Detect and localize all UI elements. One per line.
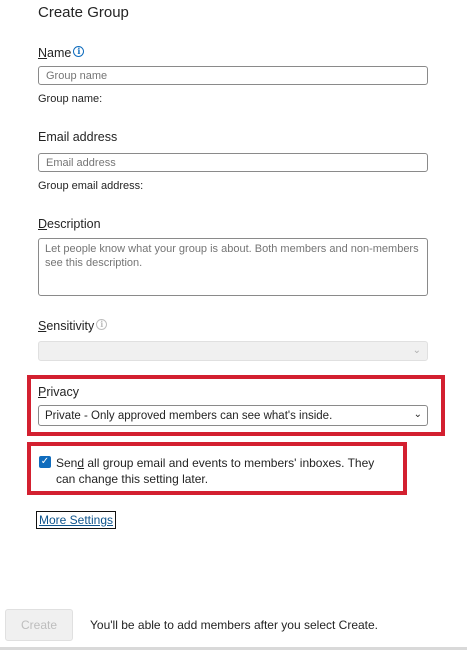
name-label-access-key: N [38,46,48,60]
email-label: Email address [38,130,118,144]
email-address-input[interactable] [38,153,428,172]
privacy-dropdown[interactable]: Private - Only approved members can see … [38,405,428,426]
name-label-rest: ame [47,46,72,60]
description-label-access-key: D [38,217,48,231]
privacy-label-rest: rivacy [46,385,79,399]
dialog-title: Create Group [38,4,129,21]
description-textarea[interactable] [38,238,428,296]
description-label: Description [38,217,101,231]
name-label: Name i [38,46,85,60]
privacy-label: Privacy [38,385,79,399]
send-copies-text-start: Sen [56,456,78,470]
footer-note: You'll be able to add members after you … [90,618,379,632]
create-button[interactable]: Create [5,609,73,641]
group-name-helper: Group name: [38,93,103,105]
privacy-selected-value: Private - Only approved members can see … [45,410,333,422]
send-copies-label[interactable]: Send all group email and events to membe… [56,455,396,487]
info-icon: i [96,319,108,330]
description-label-rest: escription [47,217,101,231]
sensitivity-label-rest: ensitivity [46,319,95,333]
checkmark-icon: ✓ [40,456,50,467]
more-settings-link[interactable]: More Settings [36,511,117,529]
info-icon[interactable]: i [73,46,85,57]
send-copies-text-rest: all group email and events to members' i… [56,456,375,486]
send-copies-checkbox[interactable]: ✓ [39,456,51,468]
group-name-input[interactable] [38,66,428,85]
sensitivity-dropdown: ⌄ [38,341,428,361]
sensitivity-label: Sensitivity i [38,319,108,333]
chevron-down-icon: ⌄ [413,409,422,420]
group-email-helper: Group email address: [38,180,144,192]
chevron-down-icon: ⌄ [412,345,421,356]
